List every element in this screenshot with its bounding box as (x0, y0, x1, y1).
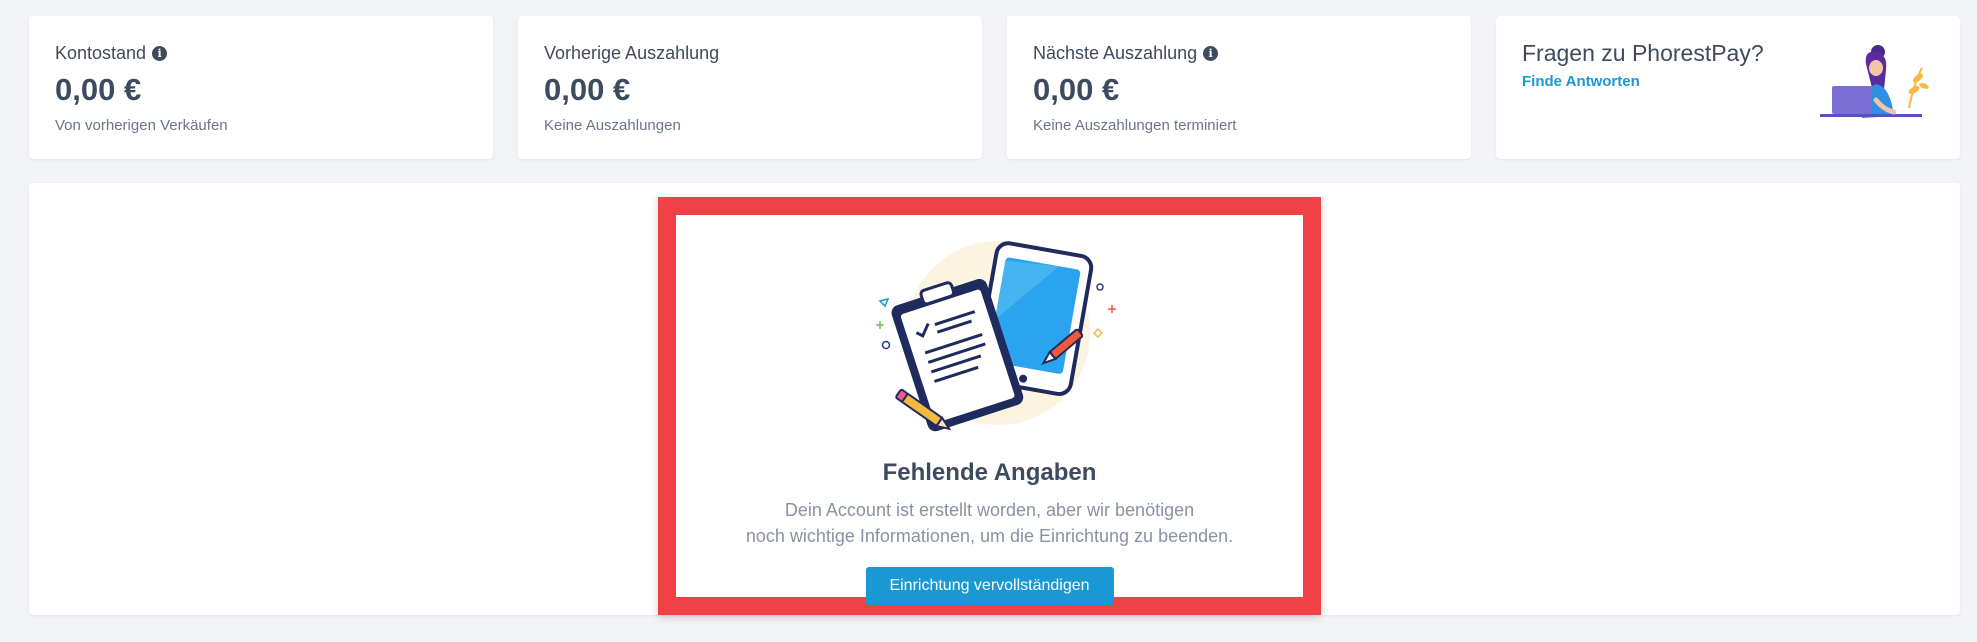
previous-payout-subtext: Keine Auszahlungen (544, 117, 681, 134)
next-payout-subtext: Keine Auszahlungen terminiert (1033, 117, 1237, 134)
help-card: Fragen zu PhorestPay? Finde Antworten (1496, 16, 1960, 159)
previous-payout-label-row: Vorherige Auszahlung (544, 42, 956, 64)
balance-subtext: Von vorherigen Verkäufen (55, 117, 228, 134)
missing-info-highlight: Fehlende Angaben Dein Account ist erstel… (658, 197, 1321, 615)
balance-label-row: Kontostand i (55, 42, 467, 64)
empty-state-title: Fehlende Angaben (882, 459, 1097, 486)
clipboard-tablet-illustration (875, 241, 1116, 432)
empty-state-description-line-1: Dein Account ist erstellt worden, aber w… (784, 500, 1195, 520)
next-payout-label-row: Nächste Auszahlung i (1033, 42, 1445, 64)
empty-state: Fehlende Angaben Dein Account ist erstel… (676, 215, 1303, 605)
empty-state-description-line-2: noch wichtige Informationen, um die Einr… (745, 526, 1234, 546)
balance-card: Kontostand i 0,00 € Von vorherigen Verkä… (29, 16, 493, 159)
previous-payout-card: Vorherige Auszahlung 0,00 € Keine Auszah… (518, 16, 982, 159)
woman-laptop-illustration (1820, 45, 1929, 118)
balance-label: Kontostand (55, 42, 147, 63)
next-payout-label: Nächste Auszahlung (1033, 42, 1198, 63)
info-icon[interactable]: i (1203, 45, 1219, 61)
info-icon[interactable]: i (152, 45, 168, 61)
previous-payout-label: Vorherige Auszahlung (544, 42, 720, 63)
complete-setup-button[interactable]: Einrichtung vervollständigen (865, 567, 1114, 605)
next-payout-value: 0,00 € (1033, 72, 1120, 107)
balance-value: 0,00 € (55, 72, 142, 107)
empty-state-description: Dein Account ist erstellt worden, aber w… (676, 497, 1303, 549)
next-payout-card: Nächste Auszahlung i 0,00 € Keine Auszah… (1007, 16, 1471, 159)
previous-payout-value: 0,00 € (544, 72, 631, 107)
